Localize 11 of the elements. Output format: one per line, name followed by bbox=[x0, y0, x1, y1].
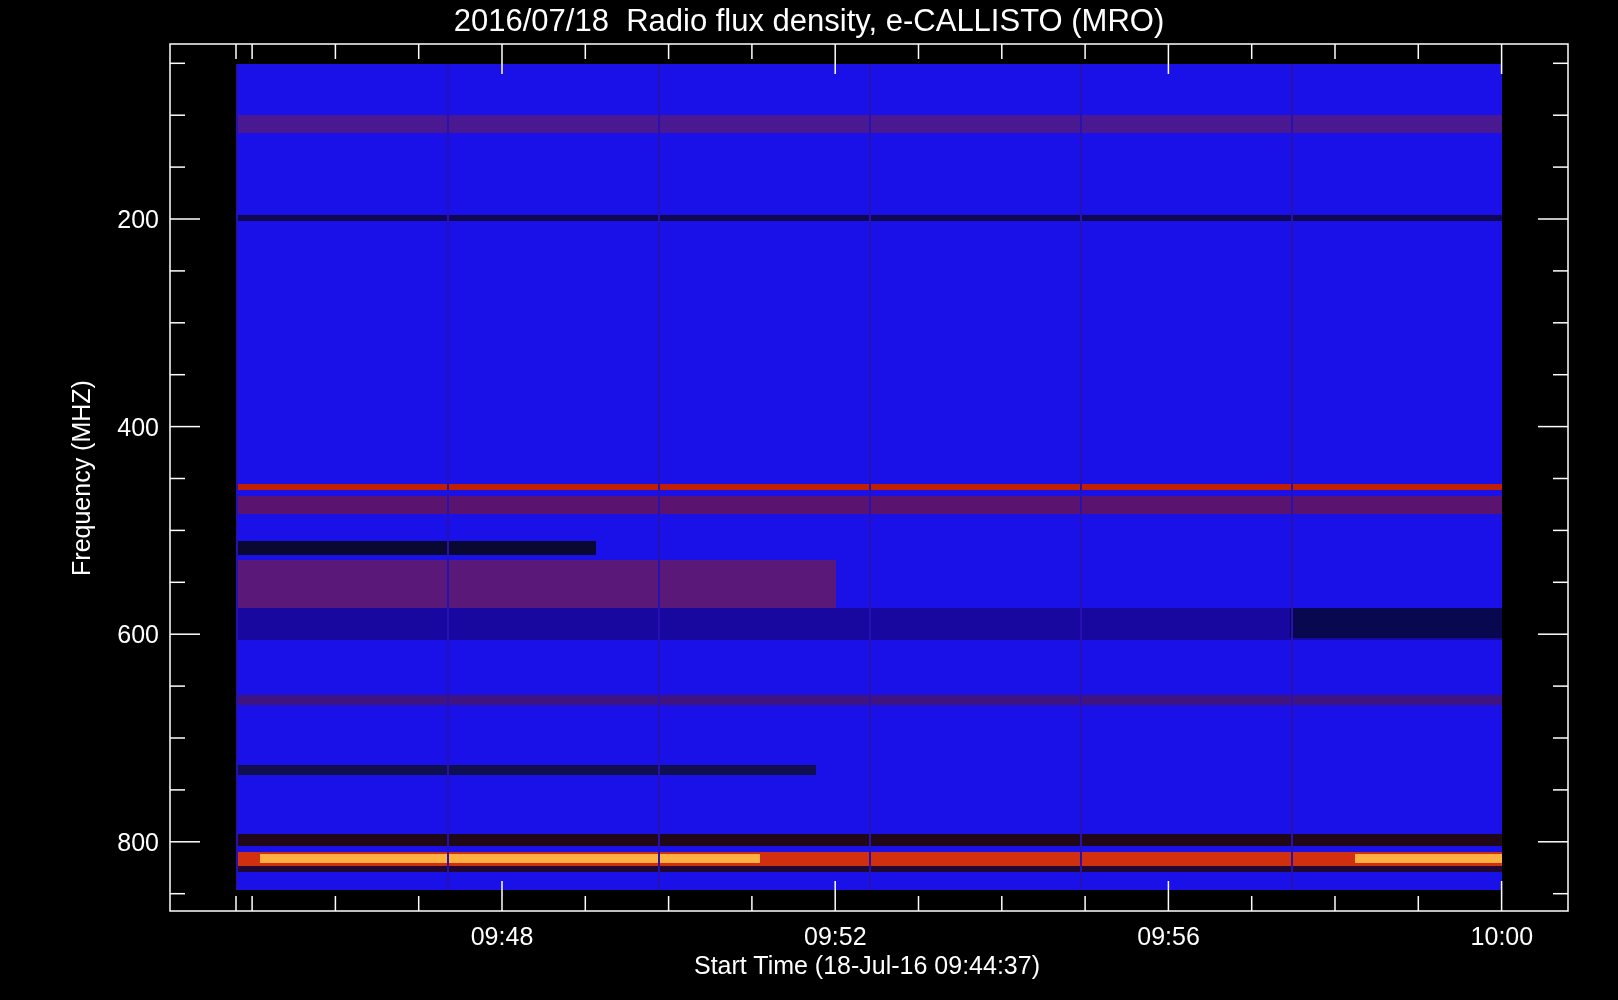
chart-title: 2016/07/18 Radio flux density, e-CALLISTO (MRO) bbox=[453, 3, 1165, 38]
x-tick-label: 09:48 bbox=[470, 922, 534, 950]
y-tick-label: 400 bbox=[117, 412, 159, 441]
y-tick-label: 800 bbox=[117, 828, 159, 857]
x-axis-label: Start Time (18-Jul-16 09:44:37) bbox=[694, 951, 1040, 979]
x-tick-label: 10:00 bbox=[1470, 922, 1534, 950]
x-tick-label: 09:52 bbox=[804, 922, 867, 950]
y-tick-label: 200 bbox=[117, 205, 159, 233]
x-tick-label: 09:56 bbox=[1137, 922, 1200, 950]
y-axis-label: Frequency (MHZ) bbox=[67, 380, 95, 576]
y-tick-label: 600 bbox=[117, 620, 159, 649]
